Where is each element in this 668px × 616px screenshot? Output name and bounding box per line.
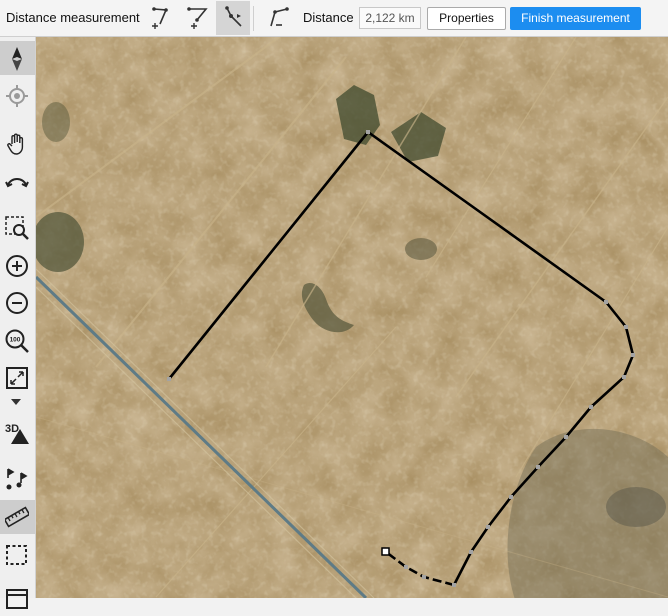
finish-measurement-button[interactable]: Finish measurement: [510, 7, 641, 30]
collapse-arrow-icon[interactable]: [11, 399, 21, 405]
properties-button[interactable]: Properties: [427, 7, 506, 30]
fit-extent-button[interactable]: [0, 361, 35, 395]
polyline-move-icon: [225, 6, 242, 27]
locate-button[interactable]: [0, 79, 35, 113]
ruler-icon: [5, 506, 29, 528]
measurement-toolbar: Distance measurement Distance 2,122 km P…: [0, 0, 668, 37]
toolbar-separator: [253, 6, 254, 31]
zoom-100-icon: 100: [5, 329, 29, 353]
satellite-map-view[interactable]: [36, 37, 668, 598]
dark-terrain-patch: [42, 102, 70, 142]
pan-button[interactable]: [0, 127, 35, 161]
polyline-plus-icon: [187, 7, 208, 29]
move-point-tool[interactable]: [216, 1, 250, 35]
select-rect-icon: [6, 545, 27, 565]
three-d-icon: 3D: [5, 423, 29, 444]
three-d-button[interactable]: 3D: [0, 415, 35, 449]
polyline-minus-icon: [270, 7, 289, 27]
rotate-button[interactable]: [0, 165, 35, 199]
distance-value-field: 2,122 km: [359, 7, 421, 29]
toolbar-title: Distance measurement: [6, 10, 140, 25]
more-button[interactable]: [0, 582, 35, 616]
map-tools-sidebar: 100 3D: [0, 37, 36, 609]
three-d-label: 3D: [5, 423, 19, 435]
select-area-button[interactable]: [0, 538, 35, 572]
remove-point-tool[interactable]: [262, 1, 296, 35]
compass-north-button[interactable]: [0, 41, 35, 75]
panel-icon: [6, 589, 28, 609]
zoom-out-icon: [6, 292, 28, 314]
route-flag-icon: [6, 468, 28, 490]
zoom-in-icon: [6, 255, 28, 277]
active-vertex-handle[interactable]: [381, 547, 390, 556]
svg-text:100: 100: [10, 337, 21, 344]
hand-icon: [7, 133, 24, 155]
dark-terrain-patch: [405, 238, 437, 260]
add-point-end-tool[interactable]: [181, 1, 215, 35]
locate-icon: [6, 85, 28, 107]
zoom-out-button[interactable]: [0, 286, 35, 320]
dark-terrain-patch: [606, 487, 666, 527]
zoom-area-icon: [5, 216, 29, 240]
add-point-start-tool[interactable]: [146, 1, 180, 35]
zoom-100-button[interactable]: 100: [0, 324, 35, 358]
measure-button[interactable]: [0, 500, 35, 534]
zoom-area-button[interactable]: [0, 211, 35, 245]
fit-extent-icon: [6, 367, 28, 389]
route-button[interactable]: [0, 462, 35, 496]
distance-label: Distance: [303, 10, 354, 25]
rotate-icon: [5, 178, 29, 188]
compass-icon: [12, 47, 22, 71]
polyline-plus-icon: [152, 7, 168, 29]
satellite-imagery: [36, 37, 668, 598]
zoom-in-button[interactable]: [0, 249, 35, 283]
